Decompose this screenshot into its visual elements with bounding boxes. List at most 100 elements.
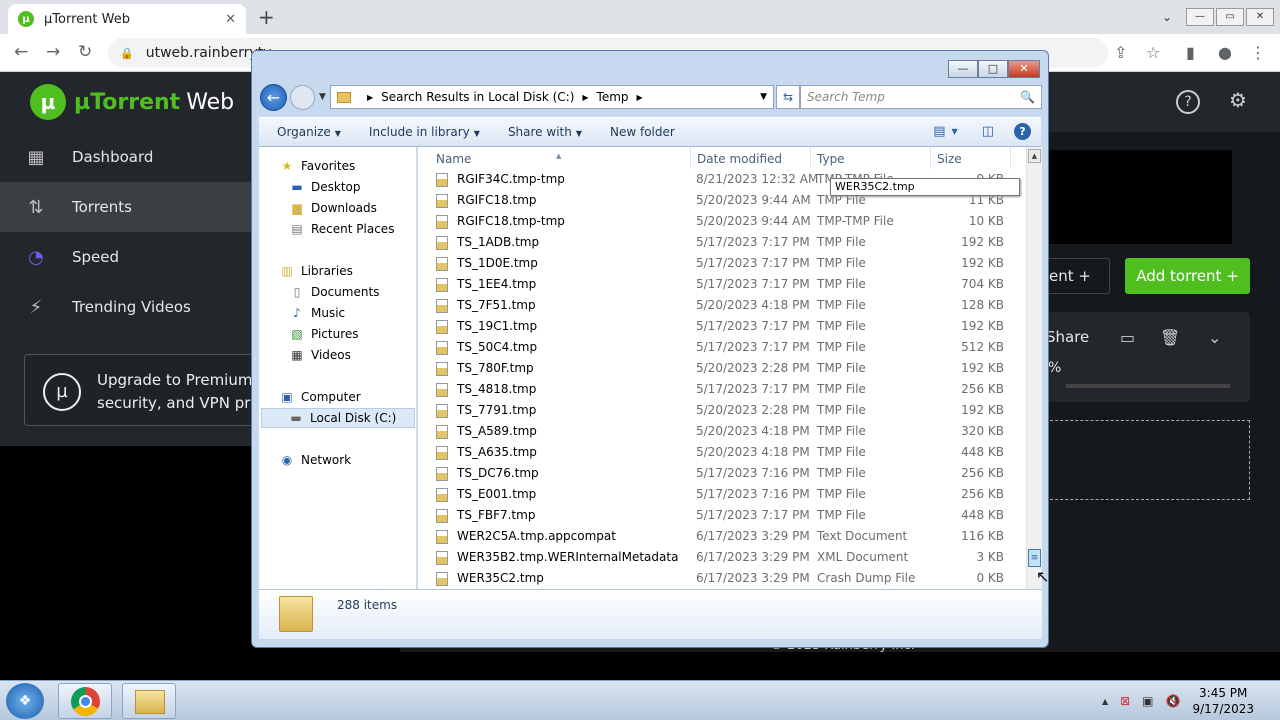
breadcrumb-search-results[interactable]: Search Results in Local Disk (C:) [381,90,574,104]
share-icon[interactable]: ⇪ [1114,43,1127,62]
file-row[interactable]: TS_19C1.tmp 5/17/2023 7:17 PM TMP File 192 … [430,316,1026,337]
nav-videos[interactable]: ▦ Videos [289,345,351,365]
nav-downloads[interactable]: ▆ Downloads [289,198,377,218]
file-row[interactable]: WER35C2.tmp 6/17/2023 3:29 PM Crash Dump F… [430,568,1026,589]
file-row[interactable]: TS_7791.tmp 5/20/2023 2:28 PM TMP File 192 … [430,400,1026,421]
new-folder-button[interactable]: New folder [610,125,675,139]
add-torrent-link-button[interactable]: ent + [1040,258,1110,294]
share-with-menu[interactable]: Share with ▼ [508,125,582,139]
nav-desktop[interactable]: ▬ Desktop [289,177,360,197]
address-dropdown-icon[interactable]: ▼ [760,92,767,102]
vertical-scrollbar[interactable]: ▲ ≡ [1026,147,1042,589]
explorer-forward-button[interactable] [290,85,315,110]
scroll-up-arrow-icon[interactable]: ▲ [1028,149,1041,163]
start-button[interactable]: ❖ [6,683,44,719]
refresh-icon[interactable]: ⇆ [776,85,800,109]
breadcrumb-temp[interactable]: Temp [597,90,629,104]
sidebar-item-dashboard[interactable]: ▦ Dashboard [0,132,252,182]
network-status-icon[interactable]: ▣ [1142,694,1153,708]
file-row[interactable]: TS_DC76.tmp 5/17/2023 7:16 PM TMP File 256 … [430,463,1026,484]
nav-libraries[interactable]: ▥ Libraries [279,261,353,281]
file-row[interactable]: TS_4818.tmp 5/17/2023 7:17 PM TMP File 256 … [430,379,1026,400]
search-input[interactable]: Search Temp 🔍 [800,85,1042,109]
file-row[interactable]: WER35B2.tmp.WERInternalMetadata 6/17/2023… [430,547,1026,568]
search-icon[interactable]: 🔍 [1020,86,1035,108]
taskbar-chrome[interactable] [58,683,112,719]
file-row[interactable]: TS_780F.tmp 5/20/2023 2:28 PM TMP File 192 … [430,358,1026,379]
drop-zone[interactable] [1040,420,1250,500]
sidebar-item-trending-videos[interactable]: ⚡ Trending Videos [0,282,252,332]
column-header-date[interactable]: Date modified [697,152,782,166]
side-panel-icon[interactable]: ▮ [1186,43,1195,62]
share-button[interactable]: Share [1046,328,1089,346]
chrome-menu-icon[interactable]: ⋮ [1250,43,1266,62]
change-view-icon[interactable]: ▤ [933,124,945,139]
file-row[interactable]: TS_FBF7.tmp 5/17/2023 7:17 PM TMP File 448 … [430,505,1026,526]
nav-favorites[interactable]: ★ Favorites [279,156,356,176]
column-header-name[interactable]: Name [436,152,471,166]
help-icon[interactable]: ? [1014,123,1031,140]
explorer-close-button[interactable]: ✕ [1008,60,1040,78]
show-hidden-icons-button[interactable]: ▲ [1102,697,1108,706]
close-window-button[interactable]: ✕ [1246,8,1274,26]
help-icon[interactable]: ? [1176,90,1200,114]
breadcrumb-separator-icon[interactable]: ▶ [367,93,373,102]
column-header-size[interactable]: Size [937,152,962,166]
close-tab-icon[interactable]: ✕ [225,12,236,27]
scrollbar-thumb[interactable]: ≡ [1028,549,1041,567]
premium-upgrade-banner[interactable]: µ Upgrade to Premium: N security, and VPN… [24,354,274,426]
nav-music[interactable]: ♪ Music [289,303,345,323]
sidebar-item-speed[interactable]: ◔ Speed [0,232,252,282]
breadcrumb-separator-icon[interactable]: ▶ [582,93,588,102]
profile-icon[interactable]: ● [1218,43,1232,62]
nav-local-disk[interactable]: ▬ Local Disk (C:) [261,408,415,428]
volume-muted-icon[interactable]: 🔇 [1166,694,1181,708]
explorer-back-button[interactable]: ← [260,84,287,111]
breadcrumb-separator-icon[interactable]: ▶ [637,93,643,102]
column-divider[interactable] [1010,147,1011,169]
file-row[interactable]: TS_50C4.tmp 5/17/2023 7:17 PM TMP File 512 … [430,337,1026,358]
reload-icon[interactable]: ↻ [78,42,92,62]
nav-pictures[interactable]: ▧ Pictures [289,324,358,344]
preview-pane-icon[interactable]: ◫ [982,124,994,139]
sidebar-item-torrents[interactable]: ⇅ Torrents [0,182,252,232]
view-dropdown-icon[interactable]: ▼ [952,127,958,136]
action-center-icon[interactable]: ⊠ [1120,694,1130,708]
utorrent-logo[interactable]: µ µTorrent Web [30,84,234,120]
taskbar-clock[interactable]: 3:45 PM 9/17/2023 [1192,685,1254,717]
tab-search-icon[interactable]: ⌄ [1150,10,1184,24]
file-row[interactable]: WER2C5A.tmp.appcompat 6/17/2023 3:29 PM Te… [430,526,1026,547]
chevron-down-icon[interactable]: ⌄ [1208,328,1221,347]
bookmark-star-icon[interactable]: ☆ [1146,43,1160,62]
nav-computer[interactable]: ▣ Computer [279,387,360,407]
browser-tab[interactable]: µ µTorrent Web ✕ [8,4,246,34]
column-header-type[interactable]: Type [817,152,845,166]
file-row[interactable]: TS_A589.tmp 5/20/2023 4:18 PM TMP File 320 … [430,421,1026,442]
settings-gear-icon[interactable]: ⚙ [1226,90,1250,114]
explorer-address-bar[interactable]: ▶ Search Results in Local Disk (C:) ▶ Te… [330,85,774,109]
explorer-maximize-button[interactable]: □ [978,60,1008,78]
explorer-minimize-button[interactable]: — [948,60,978,78]
file-row[interactable]: TS_7F51.tmp 5/20/2023 4:18 PM TMP File 128 … [430,295,1026,316]
include-in-library-menu[interactable]: Include in library ▼ [369,125,480,139]
restore-button[interactable]: ▭ [1216,8,1244,26]
nav-recent-places[interactable]: ▤ Recent Places [289,219,394,239]
new-tab-button[interactable]: + [258,5,275,29]
nav-documents[interactable]: ▯ Documents [289,282,380,302]
column-divider[interactable] [690,147,691,169]
taskbar-explorer[interactable] [122,683,176,719]
column-divider[interactable] [810,147,811,169]
trash-icon[interactable]: 🗑 [1160,328,1180,347]
back-arrow-icon[interactable]: ← [14,42,28,62]
file-row[interactable]: TS_1D0E.tmp 5/17/2023 7:17 PM TMP File 192 … [430,253,1026,274]
file-row[interactable]: TS_1EE4.tmp 5/17/2023 7:17 PM TMP File 704 … [430,274,1026,295]
file-row[interactable]: TS_1ADB.tmp 5/17/2023 7:17 PM TMP File 192 … [430,232,1026,253]
file-row[interactable]: RGIFC18.tmp-tmp 5/20/2023 9:44 AM TMP-TMP … [430,211,1026,232]
minimize-button[interactable]: — [1186,8,1214,26]
nav-network[interactable]: ◉ Network [279,450,351,470]
column-divider[interactable] [930,147,931,169]
add-torrent-button[interactable]: Add torrent + [1125,258,1250,294]
organize-menu[interactable]: Organize ▼ [277,125,341,139]
file-row[interactable]: TS_A635.tmp 5/20/2023 4:18 PM TMP File 448 … [430,442,1026,463]
folder-icon[interactable]: ▭ [1120,328,1135,347]
